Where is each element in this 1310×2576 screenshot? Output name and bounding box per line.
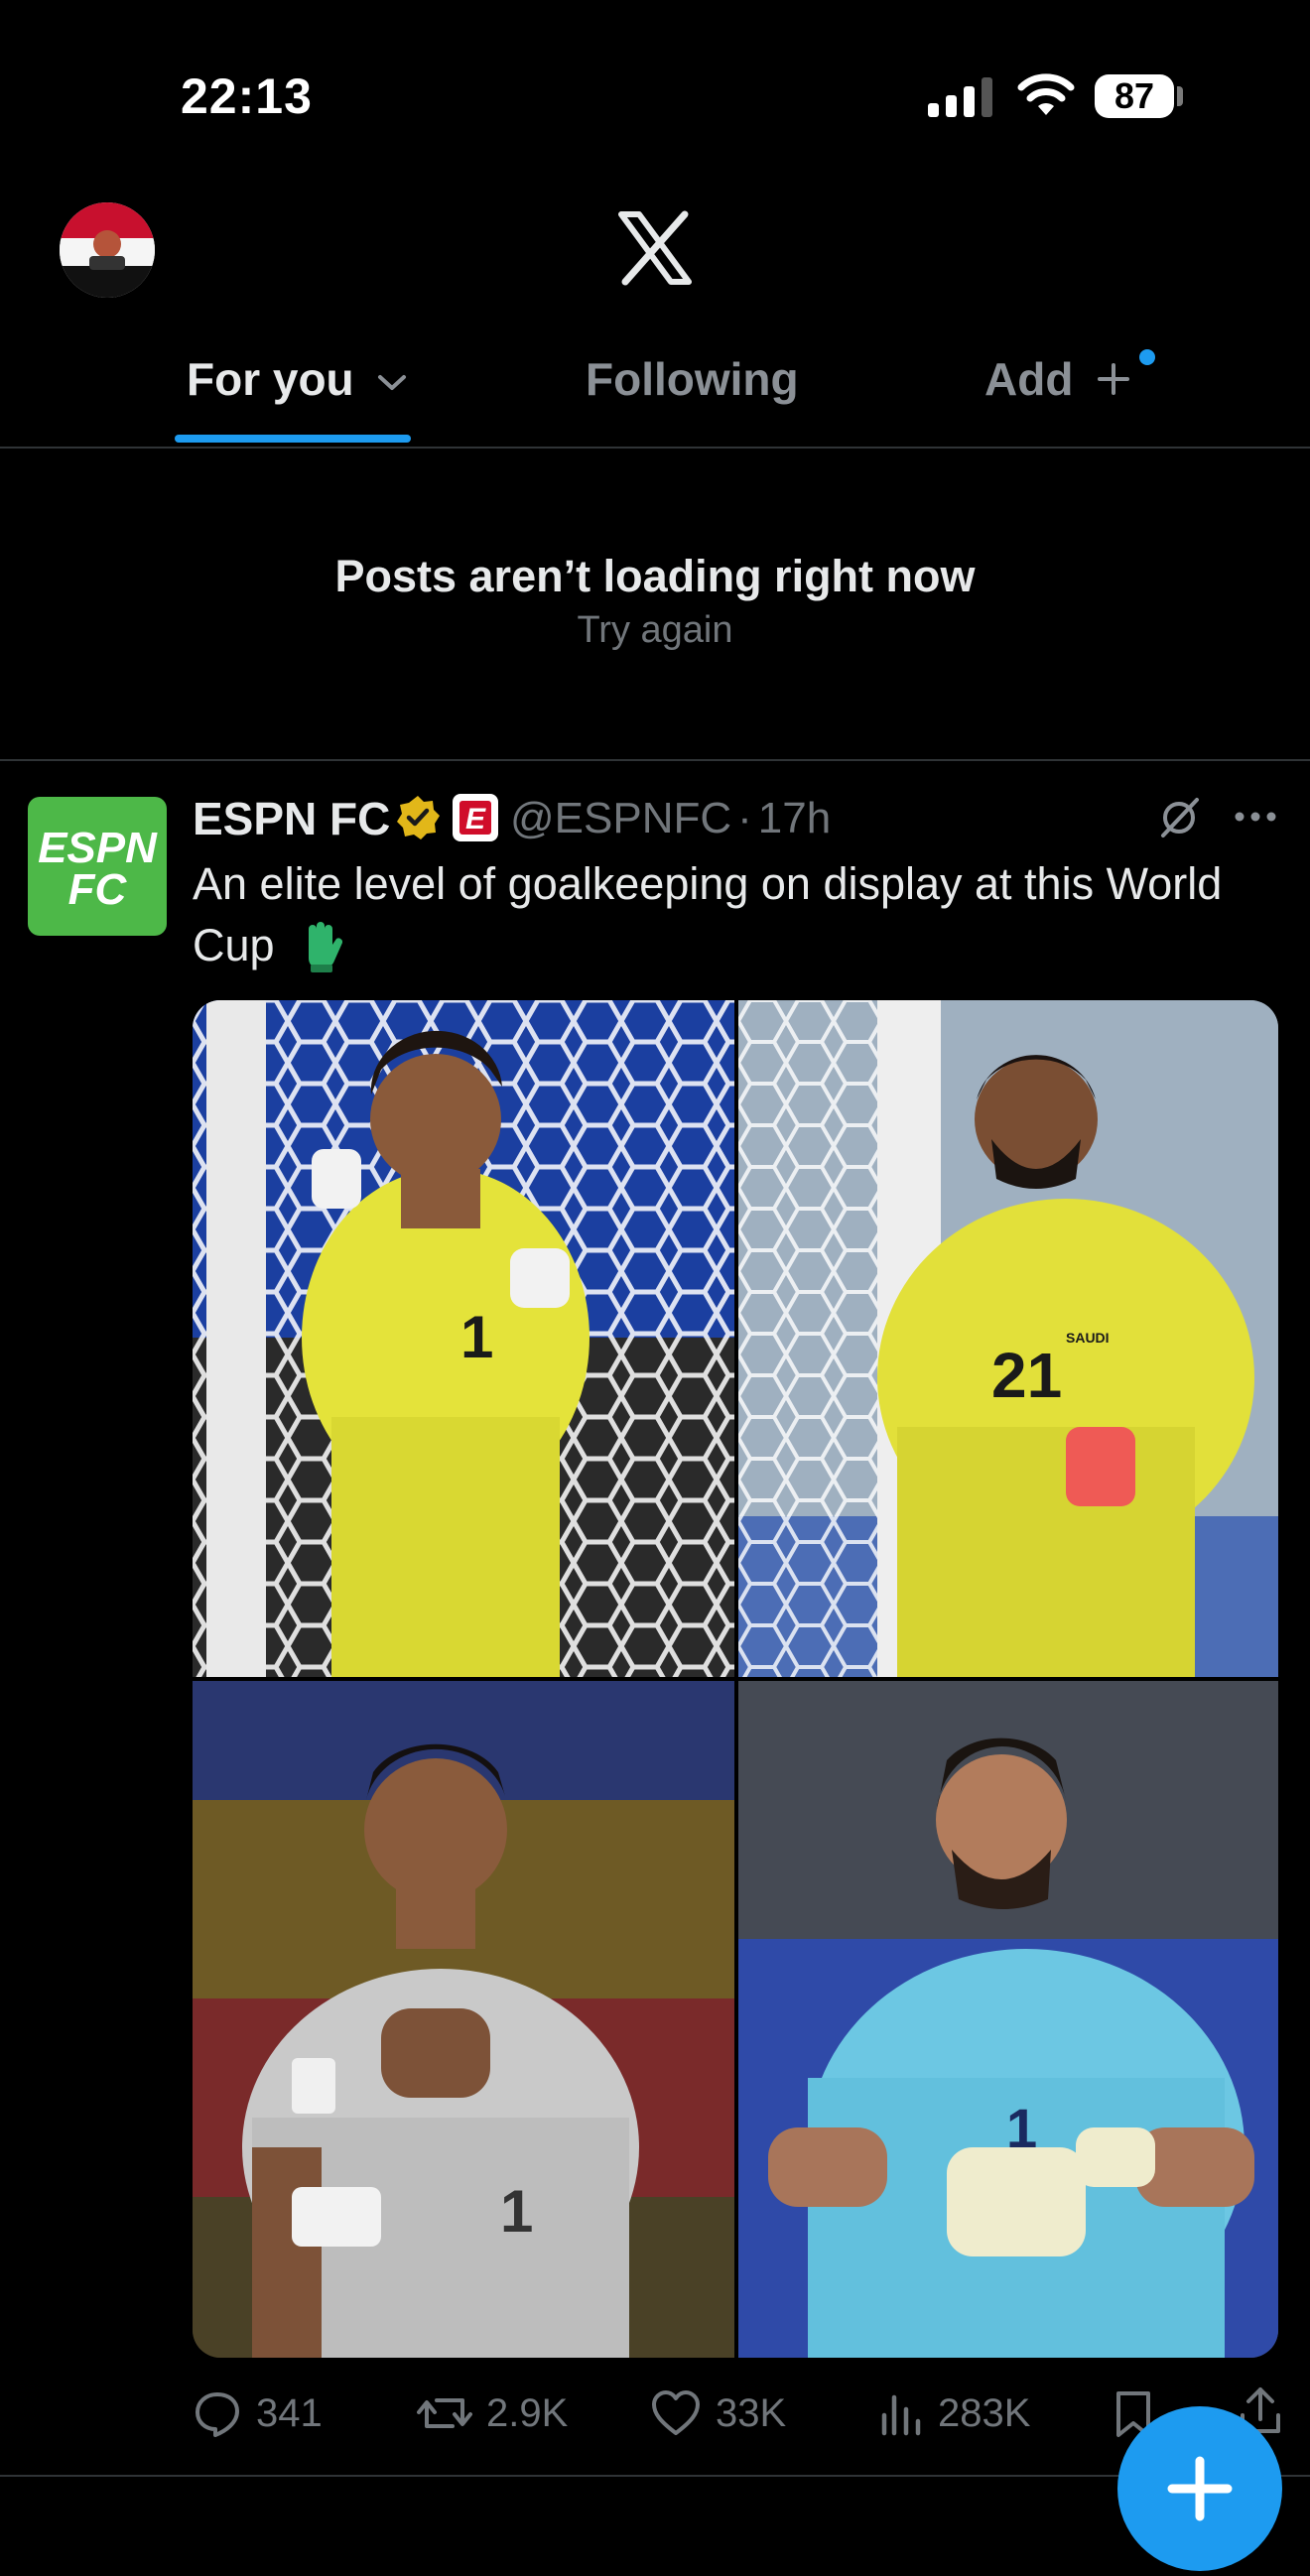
plus-icon [1098, 363, 1130, 395]
tab-following-label: Following [586, 353, 799, 405]
post-body: An elite level of goalkeeping on display… [193, 858, 1223, 970]
like-count: 33K [716, 2390, 787, 2435]
battery-tip [1177, 86, 1183, 106]
tab-add[interactable]: Add [984, 352, 1131, 406]
post-author-avatar[interactable]: ESPN FC [28, 797, 167, 936]
espn-fc-logo: ESPN FC [38, 824, 158, 914]
verified-badge-icon [397, 796, 440, 839]
notification-dot [1139, 349, 1155, 365]
try-again-link[interactable]: Try again [0, 609, 1310, 652]
views-count: 283K [938, 2390, 1031, 2435]
post-time: 17h [757, 794, 832, 842]
post-photo-4[interactable]: 1 [738, 1681, 1278, 2358]
views-button[interactable]: 283K [878, 2383, 1030, 2443]
wifi-icon [1017, 73, 1075, 115]
like-button[interactable]: 33K [650, 2383, 786, 2443]
x-logo-icon[interactable] [615, 210, 695, 286]
post-author-name[interactable]: ESPN FC [193, 792, 390, 845]
repost-icon [417, 2398, 472, 2428]
views-icon [881, 2394, 921, 2436]
post-divider [0, 2475, 1310, 2477]
jersey-text-saudi: SAUDI [1066, 1330, 1110, 1346]
goalkeeper-photo-2: 21 SAUDI [738, 1000, 1278, 1677]
grok-icon[interactable] [1157, 794, 1201, 841]
goalkeeper-photo-3: 1 [193, 1681, 734, 2358]
reply-icon [196, 2392, 239, 2437]
goalkeeper-photo-4: 1 [738, 1681, 1278, 2358]
compose-plus-icon [1167, 2456, 1233, 2521]
repost-count: 2.9K [486, 2390, 569, 2435]
post-photo-2[interactable]: 21 SAUDI [738, 1000, 1278, 1677]
post-text: An elite level of goalkeeping on display… [193, 853, 1225, 976]
tab-add-label: Add [984, 353, 1074, 405]
active-tab-indicator [175, 435, 411, 443]
chevron-down-icon [378, 374, 407, 390]
affiliate-badge-letter: E [465, 803, 486, 836]
jersey-number-1-c: 1 [1006, 2097, 1037, 2159]
avatar-image [60, 202, 155, 298]
tab-following[interactable]: Following [586, 352, 799, 406]
error-message: Posts aren’t loading right now [334, 551, 976, 601]
header-divider [0, 447, 1310, 449]
reply-button[interactable]: 341 [193, 2383, 323, 2443]
profile-avatar[interactable] [60, 202, 155, 298]
post-handle-time: @ESPNFC · 17h [510, 794, 831, 843]
goalkeeper-photo-1: 1 [193, 1000, 734, 1677]
post-photo-3[interactable]: 1 [193, 1681, 734, 2358]
heart-icon [652, 2390, 700, 2435]
battery-indicator: 87 [1095, 74, 1174, 118]
reply-count: 341 [256, 2390, 323, 2435]
error-divider [0, 759, 1310, 761]
avatar-logo-fc: FC [68, 865, 128, 914]
jersey-number-1-b: 1 [500, 2178, 533, 2245]
status-time: 22:13 [181, 68, 313, 124]
post-separator: · [737, 794, 752, 842]
more-icon[interactable] [1234, 810, 1277, 824]
tab-for-you[interactable]: For you [187, 352, 408, 406]
affiliate-badge-icon: E [453, 794, 498, 841]
post-photo-1[interactable]: 1 [193, 1000, 734, 1677]
glove-emoji-icon [309, 922, 343, 972]
jersey-number-21: 21 [991, 1340, 1062, 1411]
cellular-signal-icon [928, 77, 992, 117]
post-handle[interactable]: @ESPNFC [510, 794, 731, 842]
repost-button[interactable]: 2.9K [417, 2383, 568, 2443]
jersey-number-1: 1 [460, 1304, 493, 1370]
post-media-grid[interactable]: 1 21 SAUDI 1 1 [193, 1000, 1278, 2358]
tab-for-you-label: For you [187, 353, 354, 405]
compose-button[interactable] [1117, 2406, 1282, 2571]
